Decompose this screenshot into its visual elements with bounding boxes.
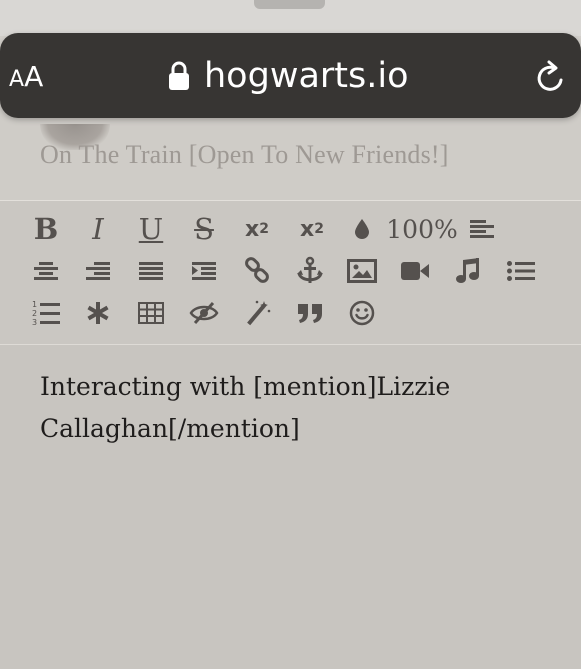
- image-button[interactable]: [346, 254, 378, 288]
- align-center-icon: [34, 262, 58, 280]
- droplet-icon: [355, 219, 369, 239]
- editor-content[interactable]: Interacting with [mention]Lizzie Callagh…: [40, 366, 480, 450]
- subscript-button[interactable]: x2: [240, 212, 274, 246]
- audio-button[interactable]: [453, 254, 483, 288]
- superscript-base: x: [300, 216, 315, 242]
- magic-wand-button[interactable]: [242, 296, 272, 330]
- quote-button[interactable]: [294, 296, 326, 330]
- bullet-list-button[interactable]: [505, 254, 537, 288]
- italic-button[interactable]: I: [83, 212, 113, 246]
- lock-icon: [169, 61, 189, 90]
- quote-icon: [298, 304, 322, 323]
- bullet-list-icon: [507, 261, 535, 281]
- video-camera-icon: [401, 262, 429, 280]
- align-right-icon: [86, 262, 110, 280]
- indent-icon: [192, 262, 216, 280]
- text-size-small-label: A: [9, 67, 25, 92]
- link-icon: [245, 257, 269, 283]
- align-right-button[interactable]: [82, 254, 114, 288]
- url-text[interactable]: hogwarts.io: [204, 54, 409, 98]
- numbered-list-icon: 123: [32, 300, 60, 327]
- asterisk-button[interactable]: [84, 296, 112, 330]
- justify-icon: [139, 262, 163, 280]
- align-left-button[interactable]: [466, 212, 498, 246]
- underline-button[interactable]: U: [135, 212, 167, 246]
- color-button[interactable]: [350, 212, 374, 246]
- numbered-list-button[interactable]: 123: [30, 296, 62, 330]
- align-left-icon: [470, 220, 494, 238]
- font-size-button[interactable]: 100%: [386, 212, 457, 246]
- table-button[interactable]: [136, 296, 166, 330]
- sheet-grabber[interactable]: [254, 0, 325, 9]
- anchor-icon: [297, 256, 323, 283]
- smiley-icon: [349, 300, 375, 326]
- indent-button[interactable]: [188, 254, 220, 288]
- superscript-button[interactable]: x2: [295, 212, 329, 246]
- align-center-button[interactable]: [30, 254, 62, 288]
- svg-text:1: 1: [32, 300, 37, 309]
- justify-button[interactable]: [135, 254, 167, 288]
- link-button[interactable]: [242, 254, 272, 288]
- video-button[interactable]: [399, 254, 431, 288]
- eye-slash-icon: [189, 301, 219, 325]
- text-size-large-label: A: [24, 60, 44, 93]
- subscript-index: 2: [259, 221, 269, 237]
- emoji-button[interactable]: [347, 296, 377, 330]
- text-size-button[interactable]: AA: [9, 60, 43, 94]
- thread-title: On The Train [Open To New Friends!]: [40, 140, 449, 169]
- magic-wand-icon: [247, 300, 271, 326]
- svg-text:3: 3: [32, 318, 37, 327]
- superscript-index: 2: [314, 221, 324, 237]
- table-icon: [138, 302, 164, 324]
- music-note-icon: [456, 258, 479, 283]
- strikethrough-button[interactable]: S: [188, 212, 220, 246]
- anchor-button[interactable]: [294, 254, 326, 288]
- asterisk-icon: [87, 302, 109, 324]
- bold-button[interactable]: B: [30, 212, 62, 246]
- subscript-base: x: [245, 216, 260, 242]
- spoiler-button[interactable]: [188, 296, 220, 330]
- reload-icon[interactable]: [534, 59, 568, 95]
- svg-text:2: 2: [32, 309, 37, 318]
- image-icon: [347, 259, 377, 283]
